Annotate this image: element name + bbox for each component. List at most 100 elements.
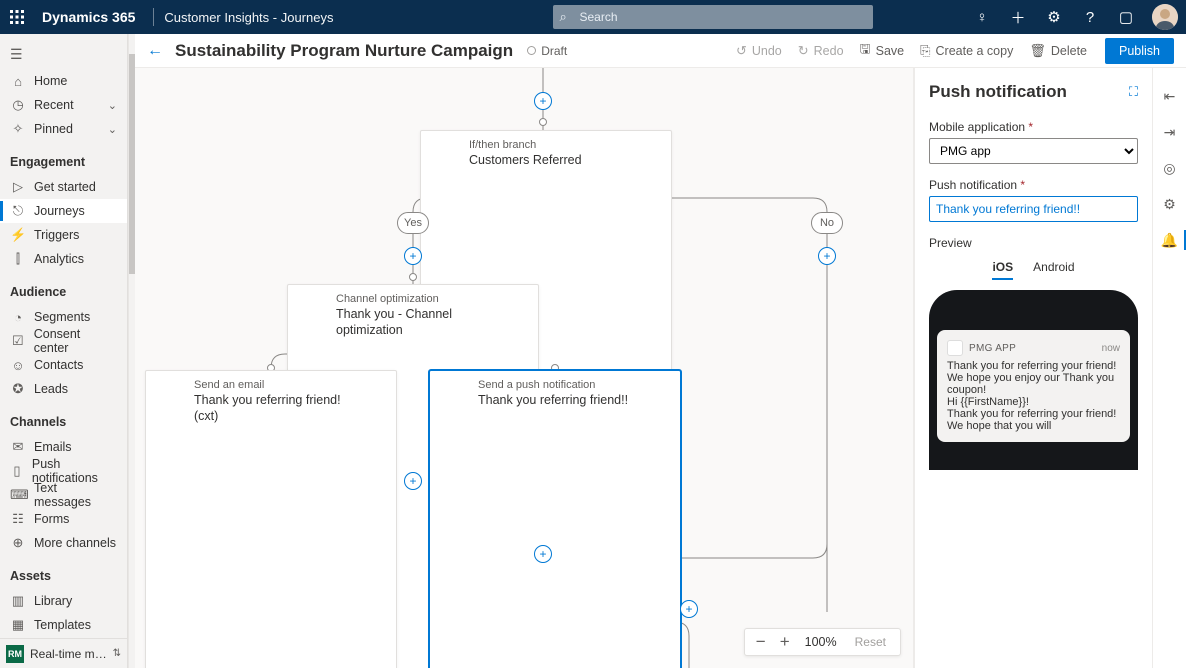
push-notification-lookup[interactable]: Thank you referring friend!!: [929, 196, 1138, 222]
nav-library[interactable]: ▥Library: [0, 589, 127, 613]
right-rail: ⇤ ⇥ ◎ ⚙ 🔔: [1152, 68, 1186, 668]
user-avatar[interactable]: [1152, 4, 1178, 30]
save-icon: 🖫: [860, 40, 871, 62]
properties-pane: Push notification ⛶ Mobile application *…: [914, 68, 1152, 668]
save-button[interactable]: 🖫Save: [860, 40, 905, 62]
search-input[interactable]: [553, 5, 873, 29]
undo-button[interactable]: ↺Undo: [736, 43, 782, 59]
notification-preview: PMG APP now Thank you for referring your…: [937, 330, 1130, 442]
nav-contacts[interactable]: ☺Contacts: [0, 353, 127, 377]
search-icon: ⌕: [559, 9, 566, 25]
tab-android[interactable]: Android: [1033, 260, 1074, 280]
undo-icon: ↺: [736, 43, 747, 59]
app-launcher-button[interactable]: [0, 0, 34, 34]
area-label: Real-time marketi…: [30, 647, 113, 661]
divider: [153, 8, 154, 26]
journey-canvas[interactable]: + ⎌ If/then branchCustomers Referred ⋮ Y…: [135, 68, 914, 668]
nav-journeys[interactable]: ⎋Journeys: [0, 199, 127, 223]
template-icon: ▦: [10, 617, 26, 633]
add-step-button[interactable]: +: [404, 472, 422, 490]
person-icon: ☺: [10, 358, 26, 373]
connector-dot: [539, 118, 547, 126]
mobile-app-label: Mobile application *: [929, 120, 1138, 134]
node-send-push[interactable]: 🔔 Send a push notificationThank you refe…: [429, 370, 681, 668]
area-switcher[interactable]: RM Real-time marketi… ⇅: [0, 638, 127, 668]
app-name-label: Customer Insights - Journeys: [164, 10, 333, 25]
chart-icon: ⫿: [10, 251, 26, 267]
yes-pill: Yes: [397, 212, 429, 234]
nav-pinned[interactable]: ✧Pinned⌄: [0, 117, 127, 141]
lightbulb-icon[interactable]: ♀: [964, 0, 1000, 34]
connector-dot: [409, 273, 417, 281]
nav-get-started[interactable]: ▷Get started: [0, 175, 127, 199]
gear-icon[interactable]: ⚙: [1156, 190, 1184, 218]
help-icon[interactable]: ?: [1072, 0, 1108, 34]
clock-icon: ◷: [10, 97, 26, 113]
section-assets: Assets: [0, 555, 127, 589]
nav-templates[interactable]: ▦Templates: [0, 613, 127, 637]
more-icon: ⊕: [10, 535, 26, 551]
alerts-icon[interactable]: 🔔: [1156, 226, 1184, 254]
push-notification-label: Push notification *: [929, 178, 1138, 192]
notif-app-name: PMG APP: [969, 343, 1102, 354]
mobile-app-select[interactable]: PMG app: [929, 138, 1138, 164]
redo-icon: ↻: [798, 43, 809, 59]
zoom-reset-button[interactable]: Reset: [845, 635, 896, 649]
trash-icon: 🗑: [1029, 43, 1046, 59]
tab-ios[interactable]: iOS: [992, 260, 1013, 280]
pin-icon: ✧: [10, 121, 26, 137]
phone-icon: ▯: [10, 463, 24, 479]
settings-icon[interactable]: ⚙: [1036, 0, 1072, 34]
target-icon[interactable]: ◎: [1156, 154, 1184, 182]
publish-button[interactable]: Publish: [1105, 38, 1174, 64]
nav-segments[interactable]: ◔Segments: [0, 305, 127, 329]
back-button[interactable]: ←: [147, 42, 163, 60]
delete-button[interactable]: 🗑Delete: [1029, 43, 1087, 59]
node-send-email[interactable]: ✉ Send an emailThank you referring frien…: [145, 370, 397, 668]
create-copy-button[interactable]: ⎘Create a copy: [920, 43, 1013, 59]
nav-emails[interactable]: ✉Emails: [0, 435, 127, 459]
redo-button[interactable]: ↻Redo: [798, 43, 844, 59]
nav-push[interactable]: ▯Push notifications: [0, 459, 127, 483]
expand-icon[interactable]: ⛶: [1129, 84, 1138, 100]
section-channels: Channels: [0, 401, 127, 435]
chevron-down-icon: ⌄: [108, 123, 117, 136]
nav-analytics[interactable]: ⫿Analytics: [0, 247, 127, 271]
zoom-controls: − + 100% Reset: [744, 628, 901, 656]
section-engagement: Engagement: [0, 141, 127, 175]
nav-forms[interactable]: ☷Forms: [0, 507, 127, 531]
phone-preview: PMG APP now Thank you for referring your…: [929, 290, 1138, 470]
exit-icon[interactable]: ⇥: [1156, 118, 1184, 146]
status-badge: Draft: [527, 44, 567, 58]
add-step-button[interactable]: +: [534, 545, 552, 563]
zoom-in-button[interactable]: +: [773, 632, 797, 652]
add-step-button[interactable]: +: [534, 92, 552, 110]
nav-text[interactable]: ⌨Text messages: [0, 483, 127, 507]
expand-pane-icon[interactable]: ⇤: [1156, 82, 1184, 110]
nav-leads[interactable]: ✪Leads: [0, 377, 127, 401]
page-title: Sustainability Program Nurture Campaign: [175, 41, 513, 61]
preview-label: Preview: [929, 236, 1138, 250]
area-badge: RM: [6, 645, 24, 663]
nav-triggers[interactable]: ⚡Triggers: [0, 223, 127, 247]
nav-home[interactable]: ⌂Home: [0, 69, 127, 93]
form-icon: ☷: [10, 511, 26, 527]
nav-more-channels[interactable]: ⊕More channels: [0, 531, 127, 555]
mail-icon: ✉: [10, 439, 26, 455]
add-step-button[interactable]: +: [404, 247, 422, 265]
chat-icon[interactable]: ▢: [1108, 0, 1144, 34]
notif-timestamp: now: [1102, 343, 1120, 354]
add-icon[interactable]: ＋: [1000, 0, 1036, 34]
nav-recent[interactable]: ◷Recent⌄: [0, 93, 127, 117]
sidebar-scrollbar[interactable]: [128, 34, 135, 668]
add-step-button[interactable]: +: [680, 600, 698, 618]
zoom-out-button[interactable]: −: [749, 632, 773, 652]
nav-consent[interactable]: ☑Consent center: [0, 329, 127, 353]
add-step-button[interactable]: +: [818, 247, 836, 265]
library-icon: ▥: [10, 593, 26, 609]
segment-icon: ◔: [10, 310, 26, 325]
sidebar-toggle[interactable]: ☰: [0, 42, 127, 69]
brand-label: Dynamics 365: [34, 9, 143, 25]
journey-icon: ⎋: [10, 203, 26, 219]
bolt-icon: ⚡: [10, 227, 26, 243]
